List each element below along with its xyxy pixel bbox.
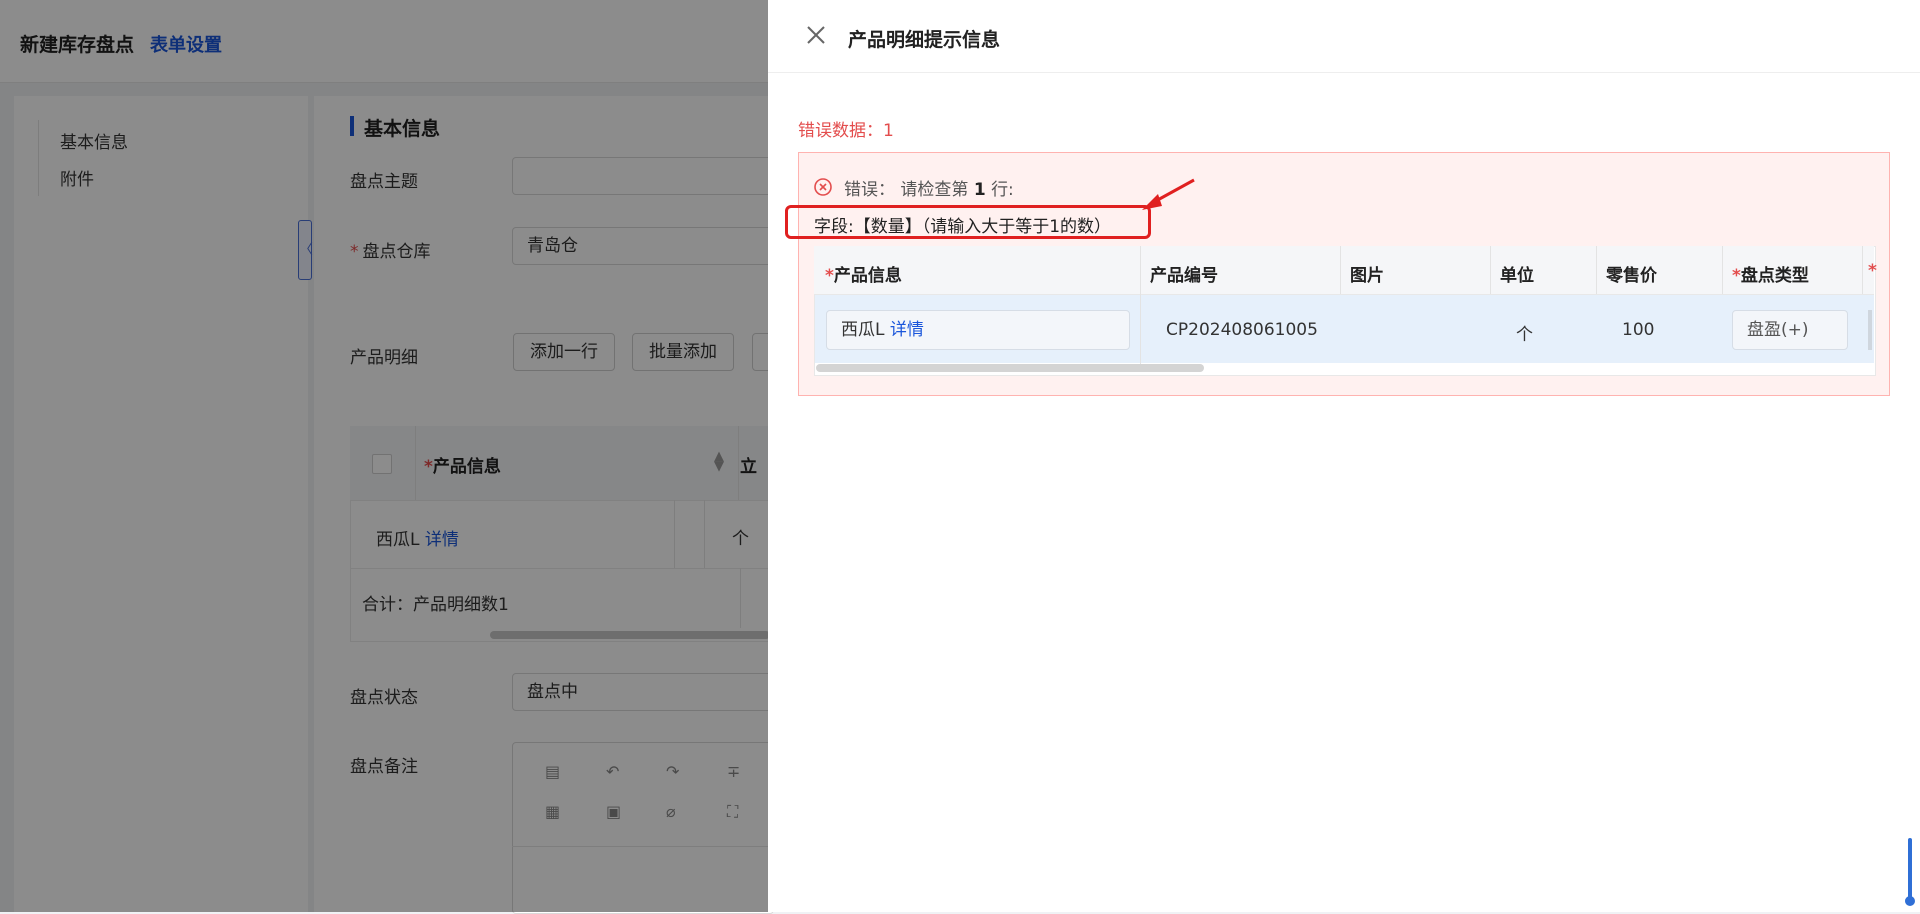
product-price: 100 [1622, 320, 1655, 340]
column-header-clipped-required: * [1868, 261, 1877, 281]
product-detail-link[interactable]: 详情 [890, 320, 924, 340]
modal-overlay[interactable] [0, 0, 768, 912]
count-type-select[interactable]: 盘盈(+) [1732, 310, 1848, 350]
annotation-highlight-box [785, 205, 1151, 239]
column-divider [1862, 246, 1863, 294]
required-mark: * [1732, 266, 1741, 286]
column-divider [1340, 246, 1341, 294]
error-suffix: 行: [991, 180, 1014, 200]
page-vertical-scrollbar[interactable] [1905, 838, 1915, 908]
drawer-title: 产品明细提示信息 [848, 29, 1001, 51]
column-header-unit: 单位 [1500, 266, 1534, 286]
error-circle-icon [814, 178, 832, 196]
error-row-number: 1 [973, 180, 986, 200]
error-count: 错误数据：1 [798, 121, 894, 141]
product-code: CP202408061005 [1166, 320, 1318, 340]
column-header-code: 产品编号 [1150, 266, 1218, 286]
annotation-arrow-icon [1142, 178, 1195, 210]
column-header-product: *产品信息 [825, 261, 902, 286]
column-header-image: 图片 [1350, 266, 1384, 286]
product-name: 西瓜L [841, 320, 885, 340]
product-unit: 个 [1516, 325, 1533, 345]
close-icon[interactable] [803, 22, 829, 48]
error-message: 错误： 请检查第 1 行: [844, 175, 1014, 200]
column-divider [1596, 246, 1597, 294]
column-header-product-text: 产品信息 [833, 266, 902, 286]
product-detail-drawer [768, 0, 1920, 912]
product-info-field[interactable]: 西瓜L 详情 [826, 310, 1130, 350]
column-divider [1722, 246, 1723, 294]
required-mark: * [825, 266, 834, 286]
column-divider [1490, 246, 1491, 294]
error-table-header [814, 246, 1874, 295]
column-divider [1140, 246, 1141, 364]
clipped-column-field[interactable] [1868, 310, 1872, 350]
column-header-price: 零售价 [1606, 266, 1657, 286]
error-check-text: 请检查第 [900, 180, 969, 200]
error-prefix: 错误： [844, 180, 895, 200]
table-horizontal-scrollbar[interactable] [816, 364, 1204, 372]
column-header-type-text: 盘点类型 [1740, 266, 1809, 286]
column-header-type: *盘点类型 [1732, 261, 1809, 286]
